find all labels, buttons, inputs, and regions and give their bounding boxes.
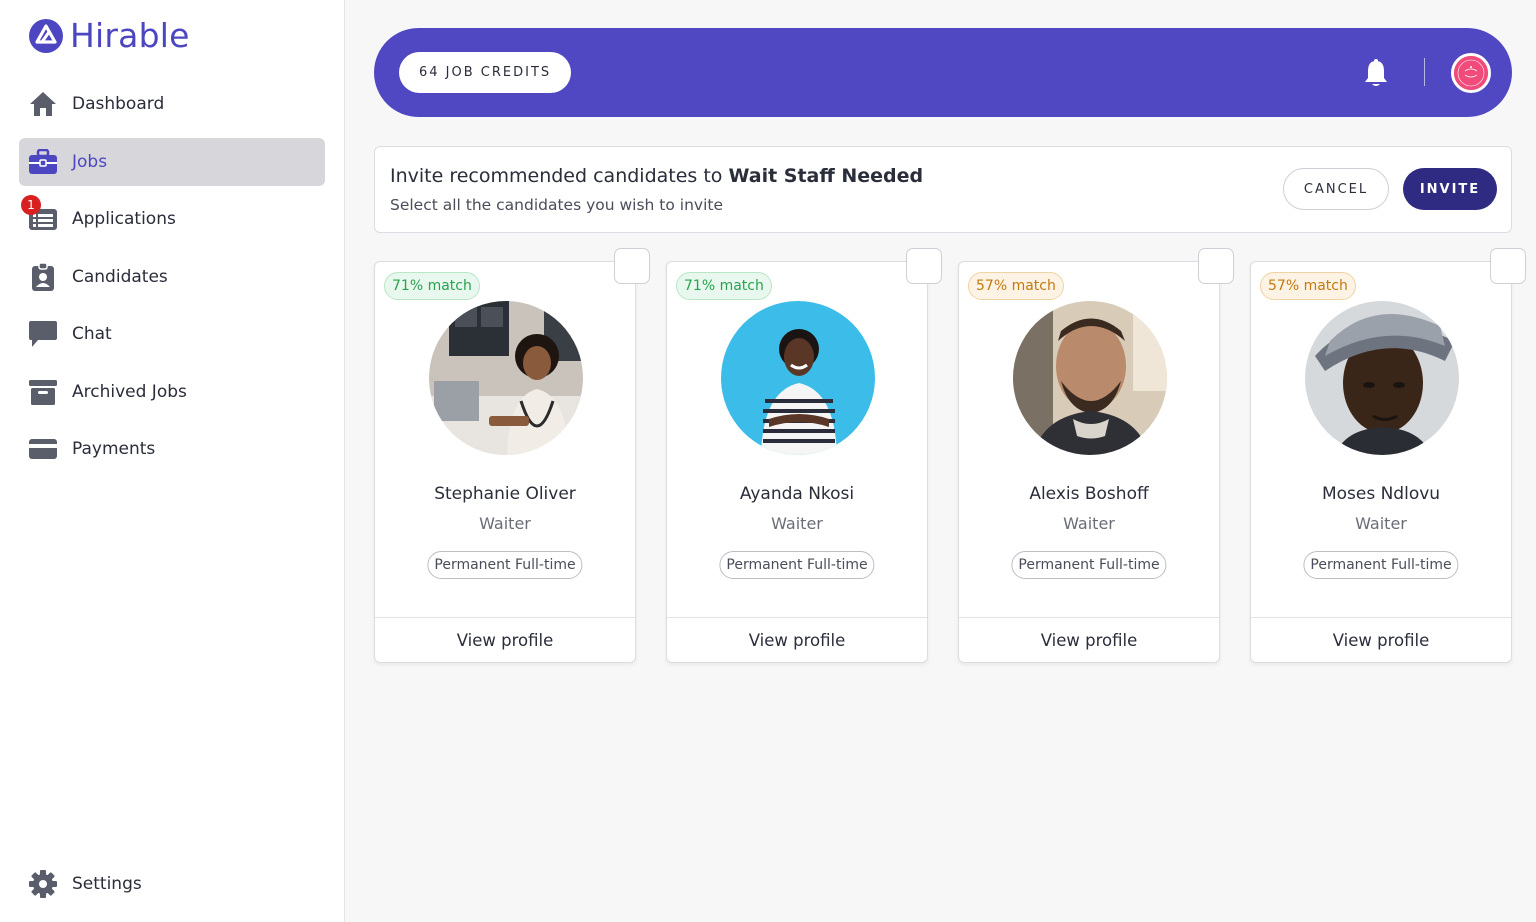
view-profile-button[interactable]: View profile (375, 617, 635, 662)
sidebar-item-applications[interactable]: 1 Applications (19, 195, 325, 243)
employment-type-tag: Permanent Full-time (1303, 551, 1459, 579)
candidate-role: Waiter (479, 514, 531, 533)
sidebar-item-label: Settings (72, 874, 142, 894)
candidate-select-checkbox[interactable] (906, 248, 942, 284)
app-name: Hirable (70, 16, 190, 55)
candidate-name: Moses Ndlovu (1321, 484, 1441, 504)
candidate-card: 71% match Stephanie Oliver Waiter Perman… (374, 261, 636, 663)
notification-bell-icon[interactable] (1362, 58, 1390, 88)
chat-icon (28, 319, 58, 349)
candidate-select-checkbox[interactable] (1198, 248, 1234, 284)
home-icon (28, 89, 58, 119)
header-divider (1424, 58, 1425, 86)
sidebar-item-jobs[interactable]: Jobs (19, 137, 325, 186)
id-badge-icon (28, 261, 58, 292)
candidate-card: 71% match Ayanda Nkosi Waiter Permanent … (666, 261, 928, 663)
candidate-photo (429, 301, 583, 455)
sidebar-item-archived-jobs[interactable]: Archived Jobs (19, 368, 325, 416)
candidate-photo (1013, 301, 1167, 455)
sidebar-item-label: Archived Jobs (72, 381, 187, 402)
sidebar-item-label: Jobs (72, 151, 108, 172)
sidebar-item-payments[interactable]: Payments (19, 425, 325, 473)
view-profile-button[interactable]: View profile (1251, 617, 1511, 662)
hirable-logo-icon (29, 18, 63, 53)
job-name: Wait Staff Needed (728, 165, 924, 187)
gear-icon (28, 869, 58, 899)
view-profile-button[interactable]: View profile (667, 617, 927, 662)
sidebar-nav: Dashboard Jobs 1 Applications Candidates (19, 80, 325, 483)
candidate-card: 57% match Alexis Boshoff Waiter Permanen… (958, 261, 1220, 663)
notification-badge: 1 (21, 195, 41, 215)
candidate-name: Ayanda Nkosi (739, 484, 855, 504)
sidebar-item-dashboard[interactable]: Dashboard (19, 80, 325, 128)
match-badge: 57% match (968, 272, 1064, 300)
invite-title-prefix: Invite recommended candidates to (390, 165, 729, 187)
job-credits-pill[interactable]: 64 JOB CREDITS (399, 52, 572, 93)
employment-type-tag: Permanent Full-time (719, 551, 875, 579)
sidebar-item-candidates[interactable]: Candidates (19, 253, 325, 301)
candidate-select-checkbox[interactable] (1490, 248, 1526, 284)
match-badge: 71% match (384, 272, 480, 300)
sidebar-item-label: Dashboard (72, 94, 165, 114)
cancel-button[interactable]: CANCEL (1283, 168, 1389, 210)
view-profile-button[interactable]: View profile (959, 617, 1219, 662)
employment-type-tag: Permanent Full-time (1011, 551, 1167, 579)
candidate-card: 57% match Moses Ndlovu Waiter Permanent … (1250, 261, 1512, 663)
sidebar-item-label: Applications (72, 209, 176, 229)
sidebar-item-label: Chat (72, 324, 112, 344)
sidebar-item-settings[interactable]: Settings (19, 860, 325, 908)
candidate-name: Stephanie Oliver (434, 484, 576, 504)
candidate-role: Waiter (771, 514, 823, 533)
invite-button[interactable]: INVITE (1403, 168, 1497, 210)
credit-card-icon (28, 434, 58, 464)
candidate-role: Waiter (1063, 514, 1115, 533)
candidate-role: Waiter (1355, 514, 1407, 533)
candidate-photo (1305, 301, 1459, 455)
candidate-name: Alexis Boshoff (1029, 484, 1149, 504)
company-logo-icon (1454, 56, 1488, 90)
candidate-photo (721, 301, 875, 455)
briefcase-icon (28, 147, 58, 177)
sidebar-item-label: Candidates (72, 266, 168, 287)
employment-type-tag: Permanent Full-time (427, 551, 583, 579)
invite-title: Invite recommended candidates to Wait St… (390, 165, 923, 187)
sidebar: Hirable Dashboard Jobs 1 Applications Ca… (0, 0, 345, 922)
match-badge: 57% match (1260, 272, 1356, 300)
archive-icon (28, 377, 58, 407)
app-logo[interactable]: Hirable (28, 16, 190, 55)
invite-banner: Invite recommended candidates to Wait St… (374, 146, 1512, 233)
top-header-bar: 64 JOB CREDITS (374, 28, 1512, 117)
candidate-select-checkbox[interactable] (614, 248, 650, 284)
sidebar-item-label: Payments (72, 439, 156, 459)
invite-subtitle: Select all the candidates you wish to in… (390, 196, 724, 214)
sidebar-item-chat[interactable]: Chat (19, 310, 325, 358)
match-badge: 71% match (676, 272, 772, 300)
company-avatar[interactable] (1451, 53, 1491, 93)
